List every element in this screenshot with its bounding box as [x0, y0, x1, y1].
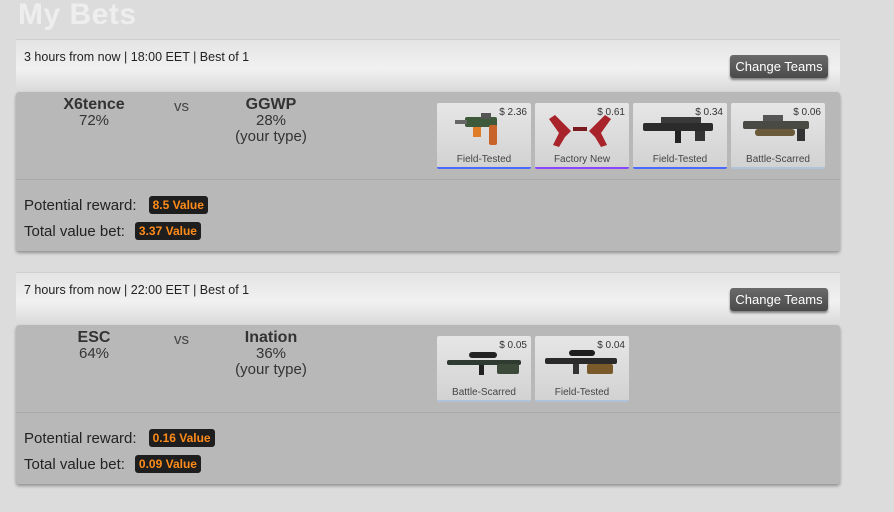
match-body: ESC 64% vs Ination 36% (your type) $ 0.0… [16, 325, 840, 484]
item-wear: Battle-Scarred [452, 387, 516, 398]
team-name: ESC [77, 329, 111, 346]
potential-reward-label: Potential reward: [24, 429, 137, 447]
item-price: $ 0.04 [597, 340, 625, 351]
divider [16, 179, 840, 180]
match-card: 3 hours from now | 18:00 EET | Best of 1… [16, 39, 840, 251]
match-time: 7 hours from now | 22:00 EET | Best of 1 [24, 283, 250, 297]
your-type-note: (your type) [235, 128, 307, 145]
team-name: Ination [244, 329, 298, 346]
total-value-row: Total value bet: 3.37 Value [24, 222, 201, 240]
match-time: 3 hours from now | 18:00 EET | Best of 1 [24, 50, 250, 64]
potential-reward-row: Potential reward: 0.16 Value [24, 429, 215, 447]
item-price: $ 2.36 [499, 107, 527, 118]
potential-reward-label: Potential reward: [24, 196, 137, 214]
team-1: X6tence 72% [52, 97, 136, 129]
item-wear: Factory New [553, 154, 611, 165]
item-price: $ 0.06 [793, 107, 821, 118]
total-value-label: Total value bet: [24, 455, 125, 473]
team-name: GGWP [245, 96, 297, 113]
team-2: GGWP 28% (your type) [221, 97, 321, 145]
item-price: $ 0.61 [597, 107, 625, 118]
bet-item[interactable]: $ 0.05 Battle-Scarred [437, 336, 531, 402]
change-teams-button[interactable]: Change Teams [730, 288, 828, 311]
vs-label: vs [174, 98, 189, 115]
bet-items: $ 2.36 Field-Tested $ 0.61 Factory New $… [437, 103, 825, 169]
item-wear: Field-Tested [554, 387, 610, 398]
bet-item[interactable]: $ 0.34 Field-Tested [633, 103, 727, 169]
match-body: X6tence 72% vs GGWP 28% (your type) $ 2.… [16, 92, 840, 251]
potential-reward-value: 0.16 Value [148, 429, 215, 447]
team-percent: 64% [78, 345, 110, 362]
bet-item[interactable]: $ 0.61 Factory New [535, 103, 629, 169]
team-2: Ination 36% (your type) [221, 330, 321, 378]
team-percent: 28% [255, 112, 287, 129]
match-header: 7 hours from now | 22:00 EET | Best of 1… [16, 272, 840, 325]
potential-reward-row: Potential reward: 8.5 Value [24, 196, 208, 214]
total-value-value: 0.09 Value [134, 455, 201, 473]
change-teams-button[interactable]: Change Teams [730, 55, 828, 78]
team-percent: 36% [255, 345, 287, 362]
vs-label: vs [174, 331, 189, 348]
item-wear: Battle-Scarred [746, 154, 810, 165]
team-percent: 72% [78, 112, 110, 129]
total-value-row: Total value bet: 0.09 Value [24, 455, 201, 473]
bet-item[interactable]: $ 0.04 Field-Tested [535, 336, 629, 402]
total-value-label: Total value bet: [24, 222, 125, 240]
bet-item[interactable]: $ 2.36 Field-Tested [437, 103, 531, 169]
total-value-value: 3.37 Value [134, 222, 201, 240]
item-wear: Field-Tested [456, 154, 512, 165]
match-header: 3 hours from now | 18:00 EET | Best of 1… [16, 39, 840, 92]
item-price: $ 0.34 [695, 107, 723, 118]
your-type-note: (your type) [235, 361, 307, 378]
potential-reward-value: 8.5 Value [148, 196, 208, 214]
team-1: ESC 64% [52, 330, 136, 362]
bet-items: $ 0.05 Battle-Scarred $ 0.04 Field-Teste… [437, 336, 629, 402]
match-card: 7 hours from now | 22:00 EET | Best of 1… [16, 272, 840, 484]
item-wear: Field-Tested [652, 154, 708, 165]
team-name: X6tence [63, 96, 125, 113]
bet-item[interactable]: $ 0.06 Battle-Scarred [731, 103, 825, 169]
page-title: My Bets [18, 0, 137, 31]
divider [16, 412, 840, 413]
item-price: $ 0.05 [499, 340, 527, 351]
